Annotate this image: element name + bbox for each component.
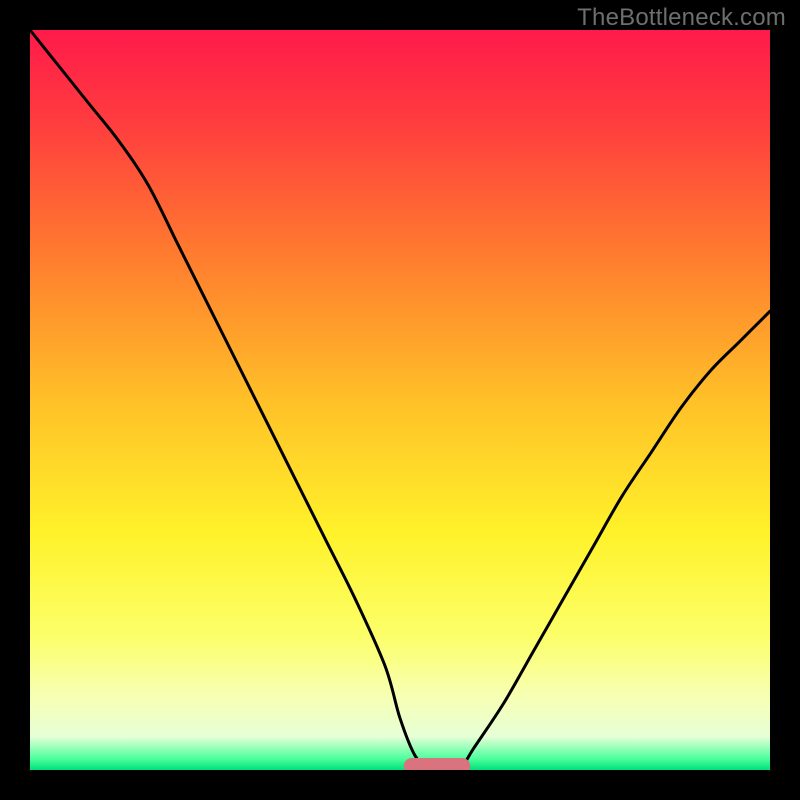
chart-frame: TheBottleneck.com: [0, 0, 800, 800]
plot-area: [30, 30, 770, 770]
bottleneck-chart: [30, 30, 770, 770]
optimal-zone-pill: [404, 758, 471, 770]
watermark-label: TheBottleneck.com: [577, 4, 786, 32]
